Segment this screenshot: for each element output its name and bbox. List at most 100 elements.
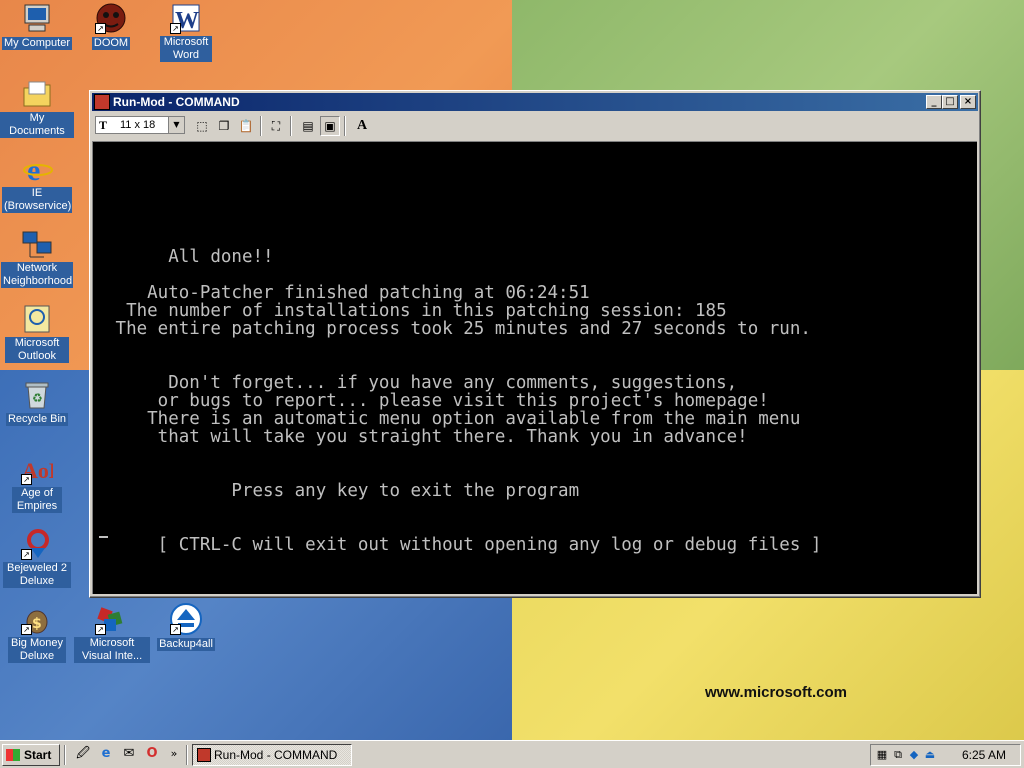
desktop-icon-my-documents[interactable]: My Documents bbox=[0, 78, 74, 138]
desktop-icon-label: Microsoft Outlook bbox=[5, 337, 69, 363]
big-money-icon: $ ↗ bbox=[21, 603, 53, 635]
msdos-icon bbox=[197, 748, 211, 762]
bejeweled-icon: ↗ bbox=[21, 528, 53, 560]
command-window[interactable]: Run-Mod - COMMAND _ □ × T 11 x 18 ▼ ⬚ ❐ … bbox=[89, 90, 981, 598]
desktop-icon-big-money[interactable]: $ ↗ Big Money Deluxe bbox=[0, 603, 74, 663]
bluetooth-tray-icon[interactable]: ◆ bbox=[907, 748, 921, 762]
desktop-icon-outlook[interactable]: Microsoft Outlook bbox=[0, 303, 74, 363]
chevron-right-icon[interactable]: » bbox=[166, 746, 182, 762]
shortcut-arrow-icon: ↗ bbox=[21, 474, 32, 485]
taskbar-button-run-mod[interactable]: Run-Mod - COMMAND bbox=[192, 744, 352, 766]
desktop-icon-label: IE (Browservice) bbox=[2, 187, 72, 213]
desktop-icon-label: Bejeweled 2 Deluxe bbox=[3, 562, 71, 588]
desktop-icon-doom[interactable]: ↗ DOOM bbox=[74, 2, 148, 50]
eject-tray-icon[interactable]: ⏏ bbox=[923, 748, 937, 762]
desktop-icon-label: Backup4all bbox=[157, 638, 215, 651]
desktop-icon-label: Microsoft Word bbox=[160, 36, 212, 62]
mark-icon: ⬚ bbox=[196, 119, 208, 133]
svg-text:$: $ bbox=[32, 616, 42, 632]
desktop-icon-my-computer[interactable]: My Computer bbox=[0, 2, 74, 50]
svg-text:e: e bbox=[27, 154, 40, 185]
shortcut-arrow-icon: ↗ bbox=[95, 23, 106, 34]
truetype-font-icon: T bbox=[99, 118, 108, 132]
desktop-icon-label: Age of Empires bbox=[12, 487, 62, 513]
taskbar-button-label: Run-Mod - COMMAND bbox=[214, 748, 338, 762]
outlook-quicklaunch-icon[interactable]: ✉ bbox=[121, 746, 137, 762]
recycle-bin-icon: ♻ bbox=[21, 378, 53, 410]
word-icon: W ↗ bbox=[170, 2, 202, 34]
shortcut-arrow-icon: ↗ bbox=[170, 23, 181, 34]
desktop-icon-label: My Computer bbox=[1, 37, 73, 50]
paste-icon: 📋 bbox=[238, 119, 254, 133]
full-screen-icon: ⛶ bbox=[271, 119, 281, 133]
paste-button[interactable]: 📋 bbox=[236, 116, 256, 136]
console-text: All done!! Auto-Patcher finished patchin… bbox=[115, 247, 822, 555]
visual-interdev-icon: ↗ bbox=[95, 603, 127, 635]
shortcut-arrow-icon: ↗ bbox=[21, 549, 32, 560]
full-screen-button[interactable]: ⛶ bbox=[266, 116, 286, 136]
font-button[interactable]: A bbox=[352, 116, 372, 136]
clock[interactable]: 6:25 AM bbox=[962, 748, 1006, 762]
shortcut-arrow-icon: ↗ bbox=[95, 624, 106, 635]
svg-text:♻: ♻ bbox=[32, 391, 43, 405]
desktop-icon-visual-interdev[interactable]: ↗ Microsoft Visual Inte... bbox=[74, 603, 150, 663]
desktop-icon-label: Network Neighborhood bbox=[1, 262, 73, 288]
mark-button[interactable]: ⬚ bbox=[192, 116, 212, 136]
desktop-icon-label: Microsoft Visual Inte... bbox=[74, 637, 150, 663]
background-button[interactable]: ▣ bbox=[320, 116, 340, 136]
age-of-empires-icon: AoE ↗ bbox=[21, 453, 64, 485]
maximize-button[interactable]: □ bbox=[942, 95, 958, 109]
folder-icon bbox=[21, 78, 53, 110]
wallpaper-brand-text: www.microsoft.com bbox=[705, 684, 847, 701]
show-desktop-icon[interactable]: 🖉 bbox=[75, 746, 91, 762]
outlook-icon bbox=[21, 303, 53, 335]
minimize-icon: _ bbox=[931, 96, 937, 107]
desktop-icon-label: Big Money Deluxe bbox=[8, 637, 66, 663]
desktop-icon-backup4all[interactable]: ↗ Backup4all bbox=[149, 603, 223, 651]
backup-icon: ↗ bbox=[170, 603, 202, 635]
desktop-icon-label: Recycle Bin bbox=[5, 413, 69, 426]
network-tray-icon[interactable]: ⧉ bbox=[891, 748, 905, 762]
computer-icon bbox=[21, 2, 53, 34]
desktop-icon-recycle-bin[interactable]: ♻ Recycle Bin bbox=[0, 378, 74, 426]
chevron-down-icon[interactable]: ▼ bbox=[168, 117, 184, 133]
font-size-value: 11 x 18 bbox=[120, 119, 156, 131]
system-tray: ▦ ⧉ ◆ ⏏ 6:25 AM bbox=[870, 744, 1021, 766]
toolbar-separator bbox=[290, 116, 292, 136]
quicklaunch-separator bbox=[64, 745, 66, 765]
doom-icon: ↗ bbox=[95, 2, 127, 34]
properties-button[interactable]: ▤ bbox=[298, 116, 318, 136]
font-size-select[interactable]: T 11 x 18 ▼ bbox=[95, 116, 185, 134]
desktop-icon-label: My Documents bbox=[0, 112, 74, 138]
properties-icon: ▤ bbox=[302, 119, 314, 133]
msdos-icon[interactable] bbox=[94, 94, 110, 110]
maximize-icon: □ bbox=[945, 96, 955, 107]
tray-app-icon[interactable]: ▦ bbox=[875, 748, 889, 762]
window-title: Run-Mod - COMMAND bbox=[113, 95, 240, 109]
shortcut-arrow-icon: ↗ bbox=[21, 624, 32, 635]
windows-flag-icon bbox=[6, 749, 20, 761]
desktop-icon-ie[interactable]: e IE (Browservice) bbox=[0, 153, 74, 213]
ie-icon: e bbox=[21, 153, 53, 187]
copy-button[interactable]: ❐ bbox=[214, 116, 234, 136]
network-icon bbox=[21, 228, 53, 260]
desktop-icon-microsoft-word[interactable]: W ↗ Microsoft Word bbox=[149, 2, 223, 62]
start-label: Start bbox=[24, 748, 52, 762]
minimize-button[interactable]: _ bbox=[926, 95, 942, 109]
desktop-icon-age-of-empires[interactable]: AoE ↗ Age of Empires bbox=[0, 453, 74, 513]
desktop-icon-bejeweled[interactable]: ↗ Bejeweled 2 Deluxe bbox=[0, 528, 74, 588]
close-icon: × bbox=[963, 96, 973, 107]
console-output[interactable]: All done!! Auto-Patcher finished patchin… bbox=[92, 141, 977, 594]
quicklaunch-separator bbox=[186, 745, 188, 765]
opera-quicklaunch-icon[interactable]: O bbox=[144, 746, 160, 762]
start-button[interactable]: Start bbox=[2, 744, 60, 766]
copy-icon: ❐ bbox=[218, 119, 230, 133]
shortcut-arrow-icon: ↗ bbox=[170, 624, 181, 635]
toolbar-separator bbox=[260, 116, 262, 136]
desktop-icon-network[interactable]: Network Neighborhood bbox=[0, 228, 74, 288]
taskbar: Start 🖉 e ✉ O » Run-Mod - COMMAND ▦ ⧉ ◆ … bbox=[0, 740, 1024, 768]
window-titlebar[interactable]: Run-Mod - COMMAND _ □ × bbox=[92, 93, 978, 111]
desktop-icon-label: DOOM bbox=[91, 37, 131, 50]
close-button[interactable]: × bbox=[960, 95, 976, 109]
ie-quicklaunch-icon[interactable]: e bbox=[98, 746, 114, 762]
